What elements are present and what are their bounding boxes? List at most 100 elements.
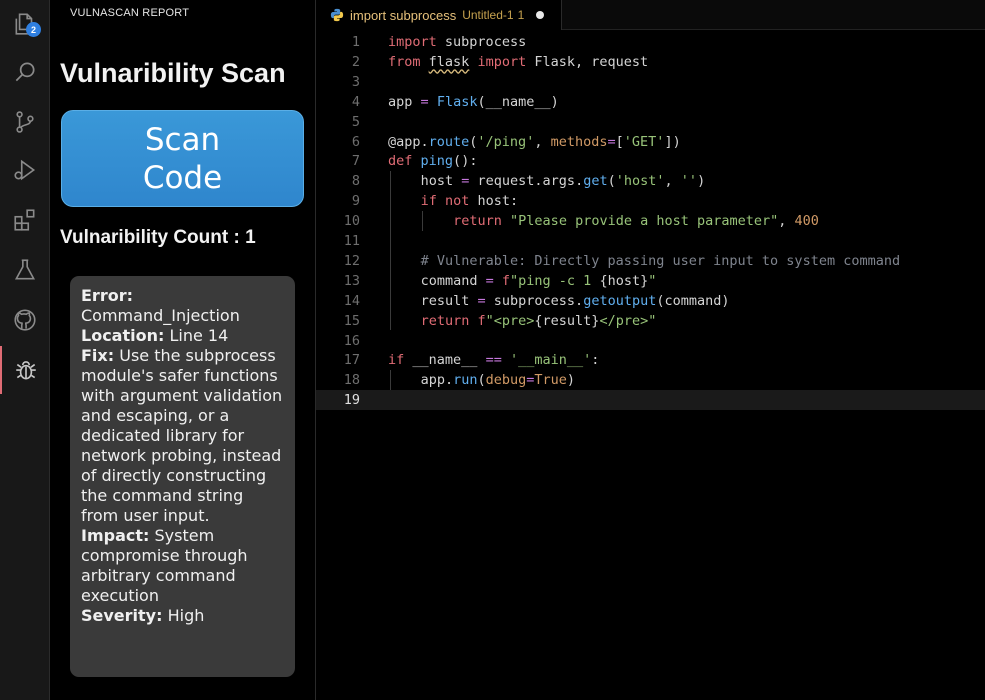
- code-text: if not host:: [420, 193, 519, 210]
- code-text: from flask import Flask, request: [388, 53, 649, 70]
- code-text: return f"<pre>{result}</pre>": [420, 312, 657, 329]
- error-label: Error:: [81, 286, 133, 305]
- unsaved-dot-icon[interactable]: [536, 11, 545, 19]
- severity-label: Severity:: [81, 606, 163, 625]
- line-number: 11: [343, 233, 360, 249]
- location-row: Location: Line 14: [81, 326, 285, 346]
- line-number: 15: [343, 312, 360, 329]
- editor-tab-bar: import subprocess Untitled-1 1: [316, 0, 985, 30]
- code-text: return "Please provide a host parameter"…: [453, 213, 819, 230]
- vulnerability-count: Vulnaribility Count : 1: [60, 227, 256, 248]
- code-text: command = f"ping -c 1 {host}": [420, 272, 657, 289]
- code-text: host = request.args.get('host', ''): [420, 173, 706, 190]
- impact-label: Impact:: [81, 526, 150, 545]
- error-value: Command_Injection: [81, 306, 240, 325]
- line-number: 18: [343, 372, 360, 389]
- code-text: result = subprocess.getoutput(command): [420, 292, 730, 309]
- code-line[interactable]: 6 @app.route('/ping', methods=['GET']): [316, 132, 985, 152]
- code-line[interactable]: 19: [316, 390, 985, 411]
- code-line[interactable]: 2 from flask import Flask, request: [316, 52, 985, 72]
- github-button[interactable]: [0, 296, 50, 344]
- code-text: import subprocess: [388, 34, 527, 50]
- bug-icon: [16, 361, 36, 380]
- vulnascan-panel: VULNASCAN REPORT Vulnaribility Scan Scan…: [50, 0, 316, 700]
- line-number: 1: [351, 34, 360, 50]
- code-line[interactable]: 7 def ping():: [316, 151, 985, 171]
- code-line[interactable]: 8 host = request.args.get('host', ''): [316, 171, 985, 191]
- extensions-button[interactable]: [0, 196, 50, 244]
- line-number: 2: [351, 53, 360, 70]
- activity-bar: 2: [0, 0, 50, 700]
- line-number: 14: [343, 292, 360, 309]
- code-line[interactable]: 3: [316, 72, 985, 92]
- indent-guide: [422, 211, 423, 231]
- line-number: 8: [351, 173, 360, 190]
- source-control-button[interactable]: [0, 98, 50, 146]
- fix-label: Fix:: [81, 346, 115, 365]
- line-number: 12: [343, 252, 360, 269]
- indent-guide: [390, 370, 391, 391]
- code-editor[interactable]: 1 import subprocess 2 from flask import Fla…: [316, 30, 985, 700]
- page-title: Vulnaribility Scan: [60, 58, 286, 88]
- error-row: Error: Command_Injection: [81, 286, 285, 326]
- explorer-button[interactable]: 2: [0, 0, 50, 48]
- scan-code-button[interactable]: Scan Code: [61, 110, 304, 207]
- line-number: 7: [351, 153, 360, 170]
- code-text: @app.route('/ping', methods=['GET']): [388, 133, 681, 150]
- code-line[interactable]: 18 app.run(debug=True): [316, 370, 985, 390]
- impact-row: Impact: System compromise through arbitr…: [81, 526, 285, 606]
- code-text: # Vulnerable: Directly passing user inpu…: [420, 252, 901, 269]
- severity-value: High: [167, 606, 205, 625]
- code-line[interactable]: 14 result = subprocess.getoutput(command…: [316, 291, 985, 311]
- search-icon: [15, 62, 35, 82]
- line-number: 17: [343, 352, 360, 369]
- indent-guide: [390, 171, 391, 331]
- line-number: 5: [351, 113, 360, 130]
- github-icon: [14, 309, 36, 331]
- vulnascan-button[interactable]: [0, 346, 50, 394]
- severity-row: Severity: High: [81, 606, 285, 626]
- vulnerability-card: Error: Command_Injection Location: Line 1…: [70, 276, 295, 677]
- code-line[interactable]: 16: [316, 331, 985, 351]
- testing-icon: [14, 259, 36, 280]
- line-number: 10: [343, 213, 360, 230]
- code-line[interactable]: 1 import subprocess: [316, 32, 985, 52]
- code-line[interactable]: 4 app = Flask(__name__): [316, 92, 985, 112]
- extensions-icon: [14, 209, 35, 231]
- testing-button[interactable]: [0, 246, 50, 294]
- code-line[interactable]: 15 return f"<pre>{result}</pre>": [316, 311, 985, 331]
- search-button[interactable]: [0, 48, 50, 96]
- tab-filename: import subprocess: [350, 7, 457, 23]
- code-line[interactable]: 9 if not host:: [316, 191, 985, 211]
- location-label: Location:: [81, 326, 165, 345]
- editor-tab[interactable]: import subprocess Untitled-1 1: [316, 0, 562, 30]
- code-text: def ping():: [388, 153, 478, 170]
- line-number: 6: [351, 133, 360, 150]
- code-text: if __name__ == '__main__':: [388, 352, 600, 369]
- location-value: Line 14: [169, 326, 229, 345]
- code-line[interactable]: 5: [316, 112, 985, 132]
- panel-header: VULNASCAN REPORT: [70, 7, 190, 19]
- python-icon: [330, 8, 344, 22]
- source-control-icon: [16, 111, 34, 133]
- code-line[interactable]: 13 command = f"ping -c 1 {host}": [316, 271, 985, 291]
- line-number: 19: [343, 392, 360, 409]
- code-line[interactable]: 12 # Vulnerable: Directly passing user i…: [316, 251, 985, 271]
- run-debug-icon: [14, 159, 36, 181]
- run-debug-button[interactable]: [0, 146, 50, 194]
- fix-row: Fix: Use the subprocess module's safer f…: [81, 346, 285, 526]
- line-number: 9: [351, 193, 360, 210]
- code-line[interactable]: 17 if __name__ == '__main__':: [316, 350, 985, 370]
- line-number: 16: [343, 332, 360, 349]
- code-line[interactable]: 10 return "Please provide a host paramet…: [316, 211, 985, 231]
- explorer-badge: 2: [26, 22, 41, 37]
- code-text: app.run(debug=True): [420, 372, 576, 389]
- code-line[interactable]: 11: [316, 231, 985, 251]
- line-number: 13: [343, 272, 360, 289]
- tab-problem-count: 1: [517, 8, 525, 22]
- code-text: app = Flask(__name__): [388, 93, 559, 110]
- line-number: 3: [351, 73, 360, 90]
- tab-title: Untitled-1: [462, 8, 514, 22]
- fix-value: Use the subprocess module's safer functi…: [81, 346, 283, 525]
- line-number: 4: [351, 93, 360, 110]
